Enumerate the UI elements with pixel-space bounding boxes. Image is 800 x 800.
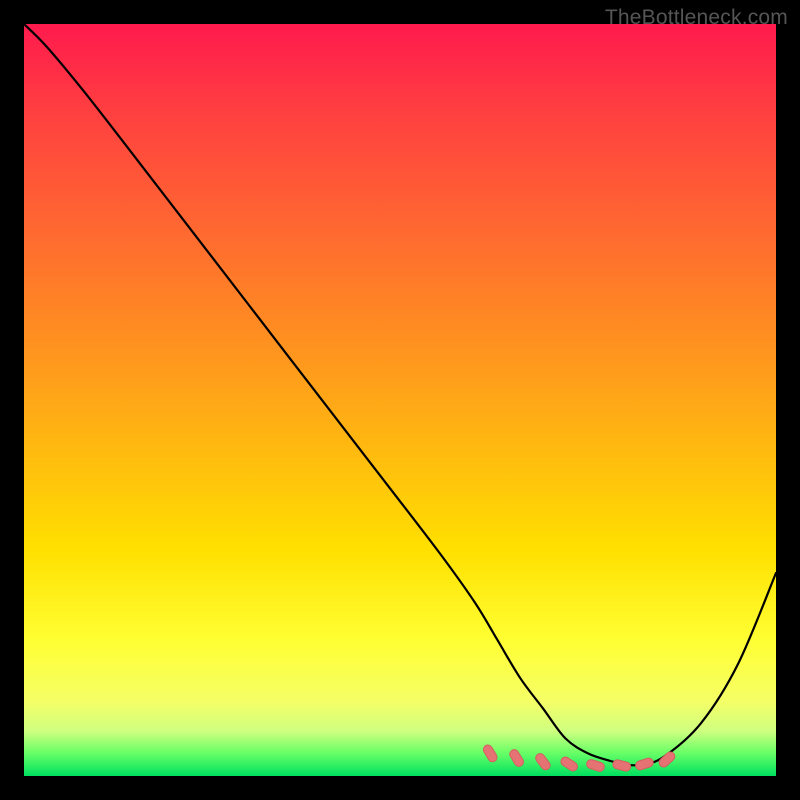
chart-overlay <box>24 24 776 776</box>
optimal-marker <box>508 748 525 768</box>
chart-frame: TheBottleneck.com <box>0 0 800 800</box>
optimal-marker <box>586 758 606 772</box>
optimal-marker <box>559 755 579 772</box>
bottleneck-curve <box>24 24 776 765</box>
optimal-marker <box>612 759 632 772</box>
optimal-marker <box>657 750 676 769</box>
optimal-marker <box>634 757 654 771</box>
watermark-text: TheBottleneck.com <box>605 6 788 30</box>
optimal-marker <box>534 752 552 772</box>
optimal-marker <box>482 743 499 763</box>
